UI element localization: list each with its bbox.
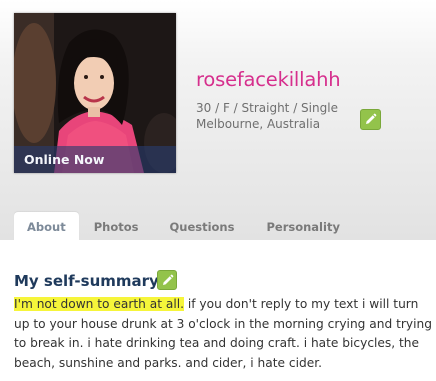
profile-username: rosefacekillahh <box>196 68 341 91</box>
profile-demographics: 30 / F / Straight / Single <box>196 101 338 115</box>
tab-photos[interactable]: Photos <box>81 212 152 241</box>
highlighted-text: I'm not down to earth at all. <box>14 297 184 311</box>
online-status-banner: Online Now <box>14 146 176 173</box>
pencil-icon <box>162 274 173 285</box>
tab-questions[interactable]: Questions <box>156 212 247 241</box>
edit-self-summary-button[interactable] <box>157 270 177 290</box>
profile-tabs: About Photos Questions Personality <box>14 212 353 241</box>
profile-location: Melbourne, Australia <box>196 117 321 131</box>
self-summary-text: I'm not down to earth at all. if you don… <box>14 295 432 373</box>
pencil-icon <box>366 113 377 124</box>
self-summary-title: My self-summary <box>14 272 159 290</box>
tab-personality[interactable]: Personality <box>253 212 352 241</box>
profile-details: 30 / F / Straight / Single Melbourne, Au… <box>196 100 338 132</box>
tab-about[interactable]: About <box>14 212 79 241</box>
edit-profile-button[interactable] <box>360 109 381 130</box>
profile-photo[interactable]: Online Now <box>14 13 176 173</box>
